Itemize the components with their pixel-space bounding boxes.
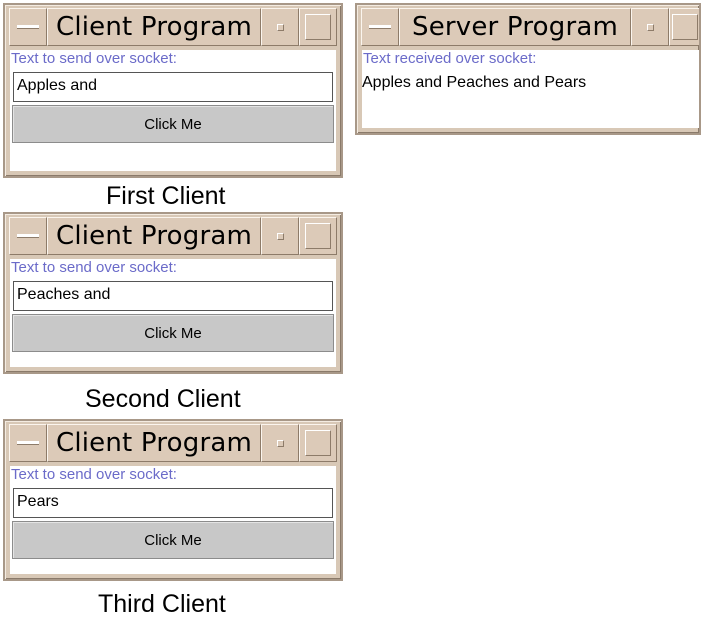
- received-text: Apples and Peaches and Pears: [362, 74, 587, 91]
- window-menu-button[interactable]: [9, 217, 47, 255]
- caption-first-client: First Client: [106, 182, 226, 210]
- window-menu-button[interactable]: [9, 8, 47, 46]
- client-content: Text to send over socket: Pears Click Me: [10, 466, 336, 574]
- minimize-icon: [276, 439, 284, 447]
- send-text-field[interactable]: Apples and: [13, 72, 333, 102]
- window-title: Client Program: [47, 424, 261, 462]
- caption-third-client: Third Client: [98, 590, 226, 618]
- maximize-button[interactable]: [299, 217, 337, 255]
- title-bar[interactable]: Server Program: [361, 8, 699, 46]
- maximize-button[interactable]: [669, 8, 699, 46]
- window-menu-button[interactable]: [361, 8, 399, 46]
- window-menu-icon: [17, 234, 39, 238]
- maximize-icon: [305, 14, 331, 40]
- window-menu-icon: [17, 441, 39, 445]
- maximize-icon: [305, 223, 331, 249]
- client-content: Text to send over socket: Apples and Cli…: [10, 50, 336, 171]
- client-content: Text to send over socket: Peaches and Cl…: [10, 259, 336, 367]
- maximize-icon: [671, 14, 698, 40]
- title-bar[interactable]: Client Program: [9, 8, 337, 46]
- title-bar[interactable]: Client Program: [9, 424, 337, 462]
- minimize-icon: [276, 232, 284, 240]
- minimize-button[interactable]: [261, 8, 299, 46]
- send-text-field[interactable]: Peaches and: [13, 281, 333, 311]
- window-menu-icon: [17, 25, 39, 29]
- window-title: Client Program: [47, 8, 261, 46]
- send-text-field[interactable]: Pears: [13, 488, 333, 518]
- client-window-1: Client Program Text to send over socket:…: [3, 3, 343, 178]
- client-window-2: Client Program Text to send over socket:…: [3, 212, 343, 374]
- minimize-icon: [276, 23, 284, 31]
- window-title: Client Program: [47, 217, 261, 255]
- minimize-button[interactable]: [261, 424, 299, 462]
- maximize-button[interactable]: [299, 424, 337, 462]
- server-window: Server Program Text received over socket…: [355, 3, 701, 135]
- window-menu-icon: [369, 25, 391, 29]
- minimize-icon: [646, 23, 654, 31]
- send-prompt-label: Text to send over socket:: [11, 466, 177, 483]
- send-prompt-label: Text to send over socket:: [11, 50, 177, 67]
- maximize-button[interactable]: [299, 8, 337, 46]
- client-window-3: Client Program Text to send over socket:…: [3, 419, 343, 581]
- minimize-button[interactable]: [261, 217, 299, 255]
- maximize-icon: [305, 430, 331, 456]
- send-prompt-label: Text to send over socket:: [11, 259, 177, 276]
- server-content: Text received over socket: Apples and Pe…: [362, 50, 699, 128]
- click-me-button[interactable]: Click Me: [12, 105, 334, 143]
- received-prompt-label: Text received over socket:: [363, 50, 537, 67]
- title-bar[interactable]: Client Program: [9, 217, 337, 255]
- window-menu-button[interactable]: [9, 424, 47, 462]
- window-title: Server Program: [399, 8, 631, 46]
- minimize-button[interactable]: [631, 8, 669, 46]
- caption-second-client: Second Client: [85, 385, 241, 413]
- click-me-button[interactable]: Click Me: [12, 314, 334, 352]
- click-me-button[interactable]: Click Me: [12, 521, 334, 559]
